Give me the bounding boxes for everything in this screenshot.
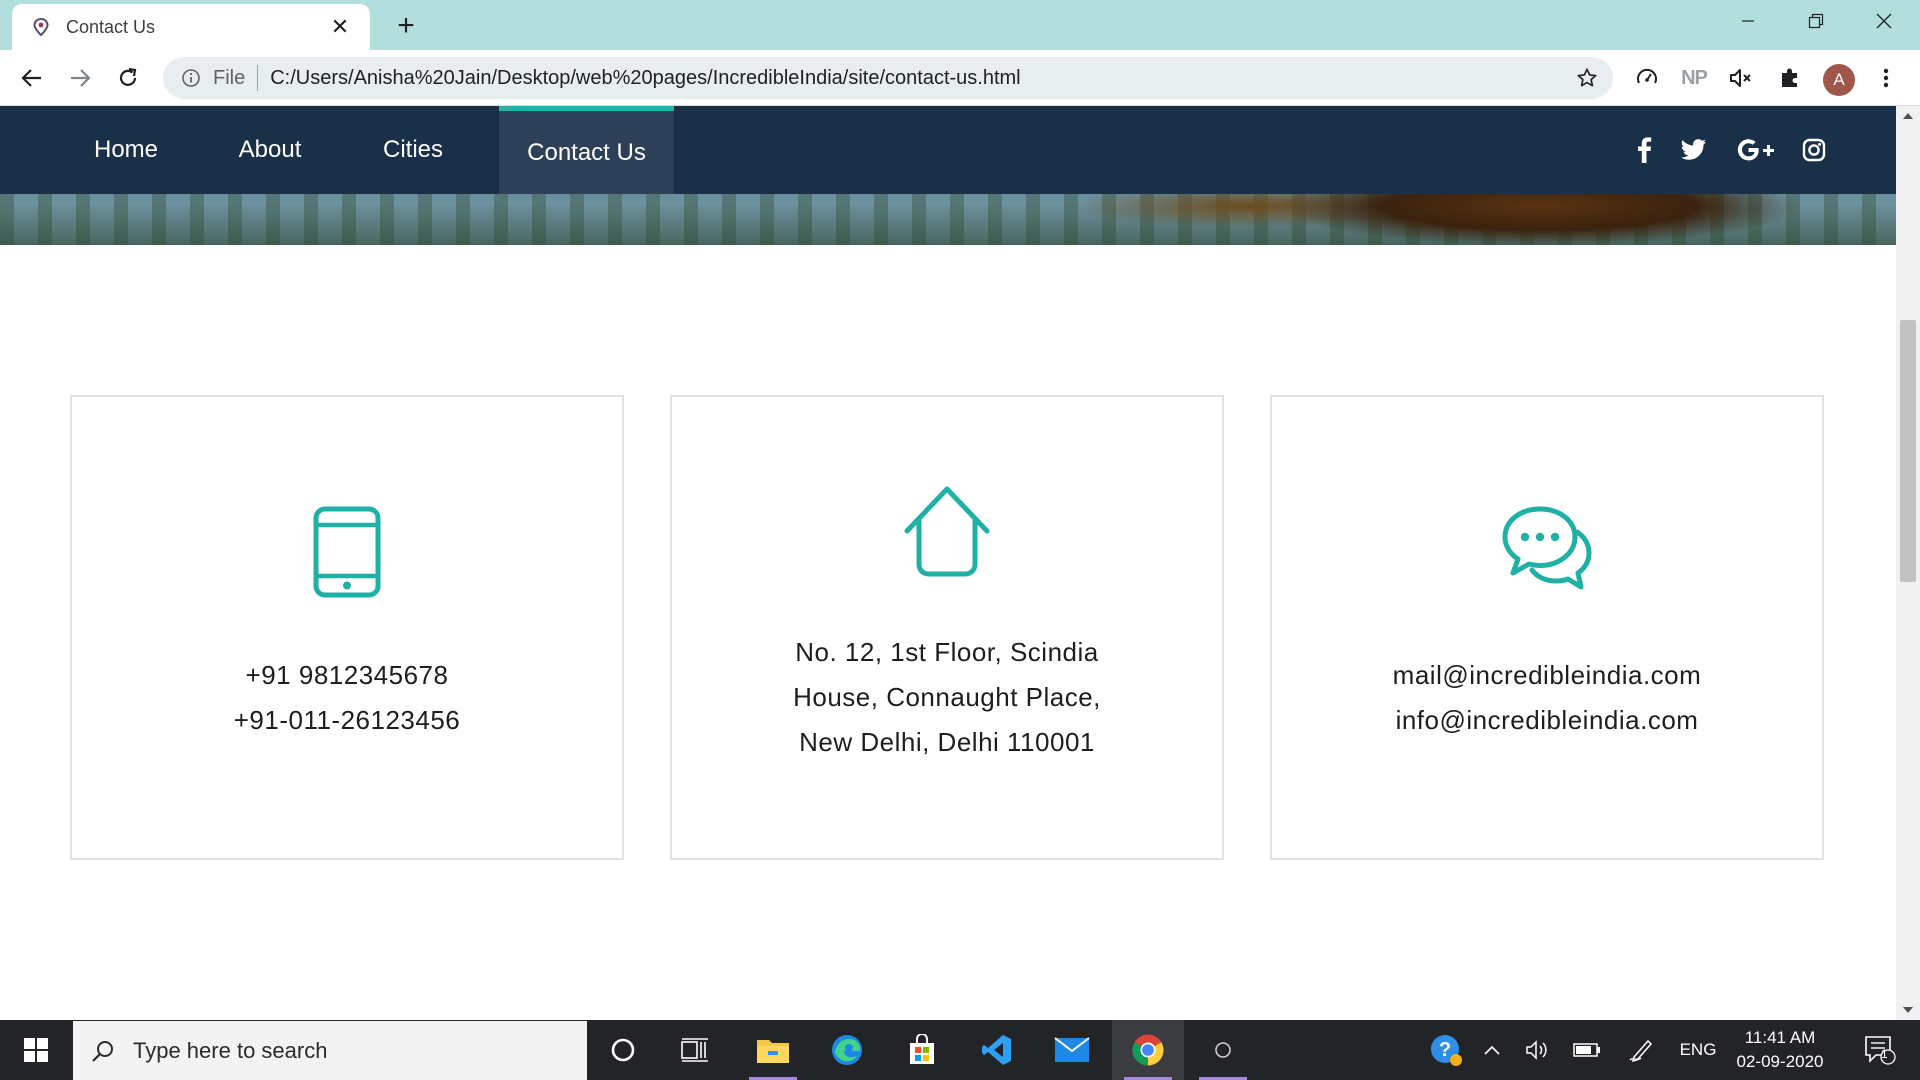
chat-bubbles-icon [1272,506,1822,598]
url-text[interactable]: C:/Users/Anisha%20Jain/Desktop/web%20pag… [270,67,1567,90]
nav-link-about[interactable]: About [222,106,318,194]
address-line-1: No. 12, 1st Floor, Scindia [795,637,1099,667]
back-arrow-icon[interactable] [12,58,52,98]
windows-start-icon[interactable] [0,1020,72,1080]
speedometer-icon[interactable] [1627,58,1667,98]
chrome-icon[interactable] [1112,1020,1184,1080]
np-extension-icon[interactable]: NP [1674,58,1714,98]
reload-icon[interactable] [108,58,148,98]
windows-taskbar: Type here to search ? ENG 11:41 AM 02-09… [0,1020,1920,1080]
bookmark-star-icon[interactable] [1567,58,1607,98]
tablet-icon [72,506,622,598]
taskbar-search-input[interactable]: Type here to search [73,1021,587,1080]
minimize-window-icon[interactable] [1714,0,1782,42]
browser-tab-strip: Contact Us ✕ + [0,0,1920,50]
site-info-icon[interactable] [179,66,203,90]
chevron-up-icon[interactable] [1474,1020,1510,1080]
vscode-icon[interactable] [961,1020,1033,1080]
search-icon [91,1039,115,1063]
clock-date: 02-09-2020 [1736,1052,1824,1071]
scroll-down-arrow-icon[interactable] [1896,1000,1920,1020]
instagram-icon[interactable] [1792,128,1836,172]
restore-window-icon[interactable] [1782,0,1850,42]
browser-menu-icon[interactable] [1866,58,1906,98]
browser-tab-active[interactable]: Contact Us ✕ [12,4,370,50]
page-scrollbar[interactable] [1896,106,1920,1020]
file-explorer-icon[interactable] [737,1020,809,1080]
profile-avatar[interactable]: A [1823,64,1855,96]
notification-center-icon[interactable]: 1 [1852,1020,1908,1080]
scrollbar-thumb[interactable] [1900,320,1916,582]
google-plus-icon[interactable] [1731,128,1781,172]
phone-number-2[interactable]: +91-011-26123456 [72,698,622,743]
nav-link-home[interactable]: Home [70,106,182,194]
page-viewport: Home About Cities Contact Us +91 9812345… [0,106,1896,1020]
tab-close-icon[interactable]: ✕ [328,14,352,39]
battery-icon[interactable] [1566,1020,1608,1080]
cortana-icon[interactable] [587,1020,659,1080]
scroll-up-arrow-icon[interactable] [1896,106,1920,126]
browser-toolbar: File C:/Users/Anisha%20Jain/Desktop/web%… [0,50,1920,106]
nav-link-contact-us[interactable]: Contact Us [499,106,674,194]
language-indicator[interactable]: ENG [1670,1020,1726,1080]
url-scheme-label: File [213,66,246,89]
email-address-1[interactable]: mail@incredibleindia.com [1272,653,1822,698]
phone-number-1[interactable]: +91 9812345678 [72,653,622,698]
task-view-icon[interactable] [659,1020,731,1080]
puzzle-icon[interactable] [1770,58,1810,98]
forward-arrow-icon[interactable] [60,58,100,98]
map-pin-favicon-icon [32,18,50,36]
mute-icon[interactable] [1722,58,1762,98]
house-icon [672,486,1222,578]
help-icon[interactable]: ? [1422,1020,1470,1080]
email-address-2[interactable]: info@incredibleindia.com [1272,698,1822,743]
address-bar[interactable]: File C:/Users/Anisha%20Jain/Desktop/web%… [163,57,1613,99]
clock-time: 11:41 AM [1744,1028,1816,1047]
contact-card-email: mail@incredibleindia.com info@incredible… [1270,395,1824,860]
circle-app-icon[interactable] [1187,1020,1259,1080]
search-placeholder: Type here to search [133,1037,328,1063]
nav-link-cities[interactable]: Cities [362,106,464,194]
new-tab-button[interactable]: + [390,9,422,42]
taskbar-clock[interactable]: 11:41 AM 02-09-2020 [1720,1026,1840,1074]
notification-count-badge: 1 [1881,1047,1888,1061]
tab-title: Contact Us [66,16,156,37]
contact-card-address: No. 12, 1st Floor, Scindia House, Connau… [670,395,1224,860]
facebook-icon[interactable] [1622,128,1666,172]
contact-card-phone: +91 9812345678 +91-011-26123456 [70,395,624,860]
volume-icon[interactable] [1518,1020,1558,1080]
address-line-2: House, Connaught Place, [793,682,1101,712]
mail-icon[interactable] [1036,1020,1108,1080]
close-window-icon[interactable] [1850,0,1918,42]
url-separator [257,65,259,91]
address-line-3: New Delhi, Delhi 110001 [799,727,1095,757]
edge-browser-icon[interactable] [811,1020,883,1080]
pen-ink-icon[interactable] [1620,1020,1662,1080]
site-navbar: Home About Cities Contact Us [0,106,1896,194]
svg-text:?: ? [1439,1039,1451,1061]
twitter-icon[interactable] [1672,128,1716,172]
microsoft-store-icon[interactable] [886,1020,958,1080]
